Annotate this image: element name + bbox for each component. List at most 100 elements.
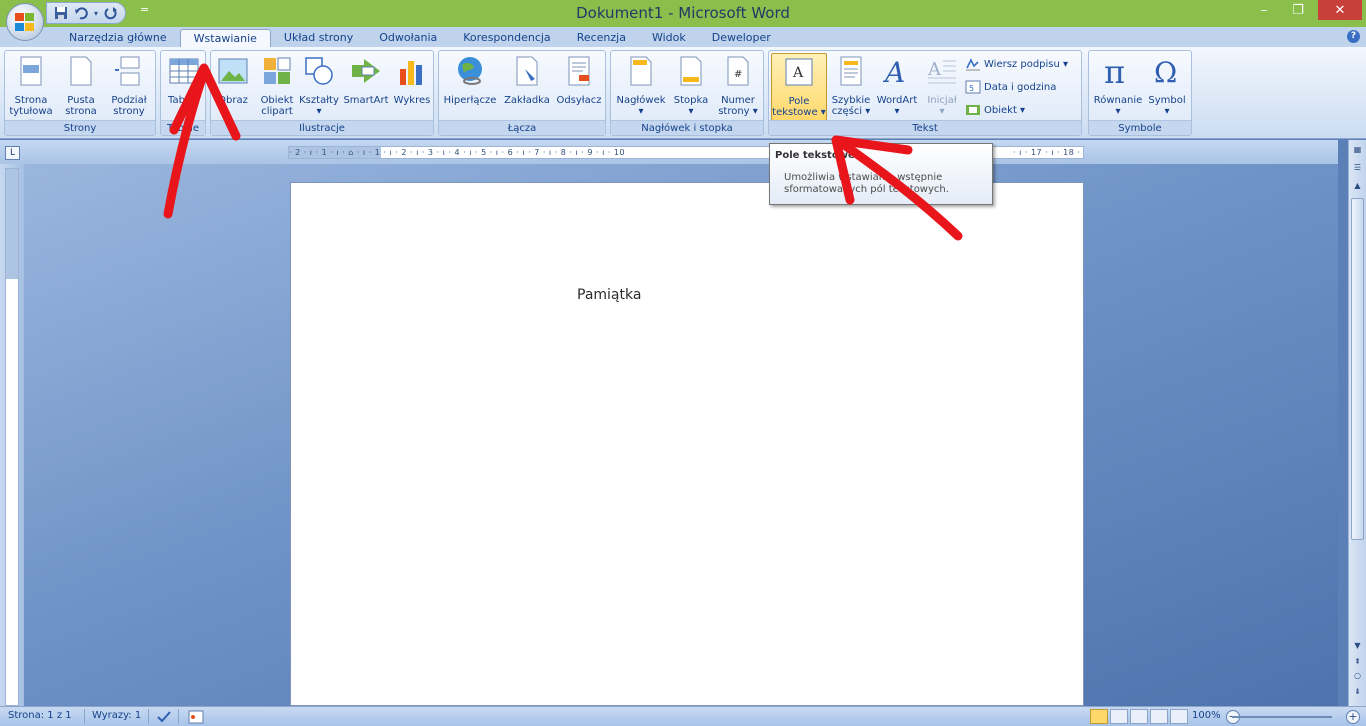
office-button[interactable] xyxy=(6,3,44,41)
tab-home[interactable]: Narzędzia główne xyxy=(56,29,180,47)
status-separator xyxy=(84,709,85,724)
document-text[interactable]: Pamiątka xyxy=(577,287,641,303)
header-button[interactable]: Nagłówek ▾ xyxy=(613,55,669,117)
object-button[interactable]: Obiekt ▾ xyxy=(965,103,1025,117)
status-separator xyxy=(178,709,179,724)
cover-page-button[interactable]: Strona tytułowa ▾ xyxy=(9,55,53,128)
text-box-icon: A xyxy=(785,58,813,86)
signature-line-button[interactable]: Wiersz podpisu ▾ xyxy=(965,57,1068,71)
split-handle-icon[interactable]: ☰ xyxy=(1351,162,1364,174)
tab-references[interactable]: Odwołania xyxy=(366,29,450,47)
group-text: A Pole tekstowe ▾ Szybkie części ▾ A Wor… xyxy=(768,50,1082,136)
zoom-slider[interactable] xyxy=(1232,716,1332,718)
scroll-up-icon[interactable]: ▲ xyxy=(1351,180,1364,192)
tooltip-body: Umożliwia wstawianie wstępnie sformatowa… xyxy=(784,172,949,195)
status-bar: Strona: 1 z 1 Wyrazy: 1 100% − + xyxy=(0,706,1366,726)
signature-icon xyxy=(966,58,980,71)
text-box-button[interactable]: A Pole tekstowe ▾ xyxy=(771,53,827,121)
proofing-icon[interactable] xyxy=(156,710,172,726)
equation-button[interactable]: π Równanie ▾ xyxy=(1091,53,1145,117)
page-number-button[interactable]: # Numer strony ▾ xyxy=(713,55,763,117)
bookmark-icon xyxy=(516,56,538,86)
group-label-links: Łącza xyxy=(439,120,605,135)
word-count-status[interactable]: Wyrazy: 1 xyxy=(92,710,141,721)
table-button[interactable]: Tabela ▾ xyxy=(163,55,205,117)
drop-cap-button[interactable]: A Inicjał ▾ xyxy=(923,55,961,117)
page-number-icon: # xyxy=(727,56,749,86)
page-break-button[interactable]: Podział strony xyxy=(107,55,151,117)
tab-review[interactable]: Recenzja xyxy=(564,29,639,47)
web-layout-view-button[interactable] xyxy=(1130,709,1148,724)
quick-parts-button[interactable]: Szybkie części ▾ xyxy=(829,55,873,117)
omega-icon: Ω xyxy=(1154,56,1177,89)
wordart-icon: A xyxy=(882,56,905,89)
group-pages: Strona tytułowa ▾ Pusta strona Podział s… xyxy=(4,50,156,136)
minimize-button[interactable]: – xyxy=(1250,0,1278,20)
tab-selector-button[interactable]: L xyxy=(5,146,20,160)
svg-text:A: A xyxy=(882,56,905,87)
vertical-ruler[interactable] xyxy=(5,168,19,706)
clipart-icon xyxy=(264,57,291,84)
date-time-button[interactable]: 5 Data i godzina xyxy=(965,80,1056,94)
clipart-button[interactable]: Obiekt clipart xyxy=(257,55,297,117)
group-header-footer: Nagłówek ▾ Stopka ▾ # Numer strony ▾ Nag… xyxy=(610,50,764,136)
blank-page-icon xyxy=(70,56,92,86)
print-layout-view-button[interactable] xyxy=(1090,709,1108,724)
smartart-button[interactable]: SmartArt xyxy=(343,55,389,106)
scroll-thumb[interactable] xyxy=(1351,198,1364,540)
outline-view-button[interactable] xyxy=(1150,709,1168,724)
blank-page-button[interactable]: Pusta strona xyxy=(61,55,101,117)
draft-view-button[interactable] xyxy=(1170,709,1188,724)
vertical-ruler-top-margin xyxy=(6,169,18,279)
chart-button[interactable]: Wykres xyxy=(391,55,433,106)
quick-parts-icon xyxy=(840,56,862,86)
object-icon xyxy=(966,105,980,115)
help-icon[interactable]: ? xyxy=(1347,30,1360,43)
bookmark-button[interactable]: Zakładka xyxy=(501,55,553,106)
table-icon xyxy=(169,58,199,84)
group-illustrations: Obraz Obiekt clipart Kształty ▾ SmartArt… xyxy=(210,50,434,136)
tab-developer[interactable]: Deweloper xyxy=(699,29,784,47)
svg-text:#: # xyxy=(734,69,742,80)
tooltip: Pole tekstowe Umożliwia wstawianie wstęp… xyxy=(769,143,993,205)
chart-icon xyxy=(400,61,422,85)
picture-button[interactable]: Obraz xyxy=(213,55,253,106)
macro-record-icon[interactable] xyxy=(188,710,204,726)
document-page[interactable]: Pamiątka xyxy=(290,182,1084,706)
full-screen-reading-view-button[interactable] xyxy=(1110,709,1128,724)
vertical-scrollbar[interactable]: ▦ ☰ ▲ ▼ ⇞ ○ ⇟ xyxy=(1348,140,1366,706)
tab-view[interactable]: Widok xyxy=(639,29,699,47)
hyperlink-button[interactable]: Hiperłącze xyxy=(441,55,499,106)
group-links: Hiperłącze Zakładka Odsyłacz Łącza xyxy=(438,50,606,136)
shapes-button[interactable]: Kształty ▾ xyxy=(299,55,339,117)
wordart-button[interactable]: A WordArt ▾ xyxy=(873,55,921,117)
window-title: Dokument1 - Microsoft Word xyxy=(576,4,790,22)
tab-page-layout[interactable]: Układ strony xyxy=(271,29,366,47)
page-count-status[interactable]: Strona: 1 z 1 xyxy=(8,710,72,721)
group-label-illustrations: Ilustracje xyxy=(211,120,433,135)
tab-mailings[interactable]: Korespondencja xyxy=(450,29,563,47)
scroll-down-icon[interactable]: ▼ xyxy=(1351,640,1364,652)
restore-button[interactable]: ❐ xyxy=(1284,0,1312,20)
group-tables: Tabela ▾ Tabele xyxy=(160,50,206,136)
symbol-button[interactable]: Ω Symbol ▾ xyxy=(1145,55,1189,117)
ruler-ticks-right: · ı · 17 · ı · 18 · xyxy=(1013,148,1081,157)
cover-page-icon xyxy=(20,56,42,86)
svg-text:A: A xyxy=(927,59,942,80)
browse-object-icon[interactable]: ○ xyxy=(1351,670,1364,682)
footer-button[interactable]: Stopka ▾ xyxy=(671,55,711,117)
previous-page-icon[interactable]: ⇞ xyxy=(1351,656,1364,668)
ruler-toggle-icon[interactable]: ▦ xyxy=(1351,144,1364,156)
next-page-icon[interactable]: ⇟ xyxy=(1351,686,1364,698)
close-button[interactable]: ✕ xyxy=(1318,0,1362,20)
svg-text:5: 5 xyxy=(969,84,974,93)
title-bar: ▾ = Dokument1 - Microsoft Word – ❐ ✕ xyxy=(0,0,1366,27)
group-label-header-footer: Nagłówek i stopka xyxy=(611,120,763,135)
shapes-icon xyxy=(305,57,333,85)
tab-insert[interactable]: Wstawianie xyxy=(179,29,271,47)
zoom-level[interactable]: 100% xyxy=(1192,710,1221,721)
cross-reference-button[interactable]: Odsyłacz xyxy=(553,55,605,106)
zoom-in-icon[interactable]: + xyxy=(1346,710,1360,724)
office-logo-icon xyxy=(15,13,34,31)
group-symbols: π Równanie ▾ Ω Symbol ▾ Symbole xyxy=(1088,50,1192,136)
